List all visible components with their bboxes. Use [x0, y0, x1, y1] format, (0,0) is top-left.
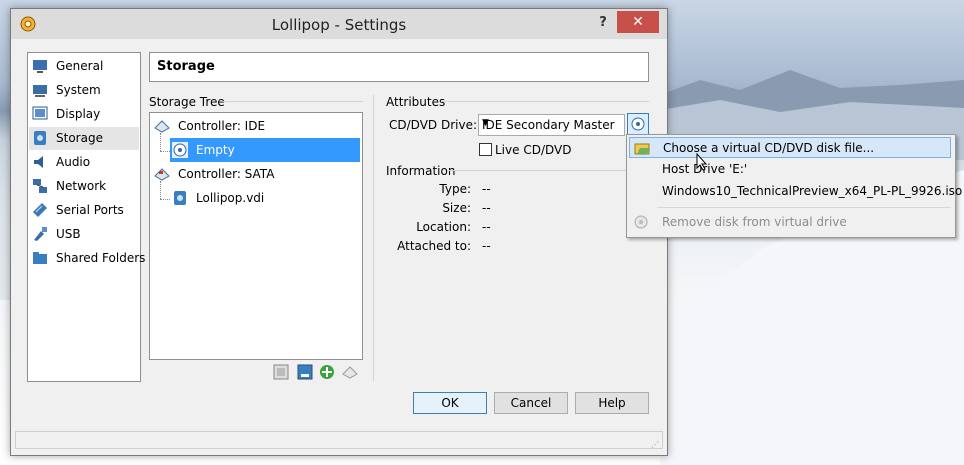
sidebar-item-label: General	[56, 59, 104, 73]
sidebar-item-usb[interactable]: USB	[29, 223, 139, 246]
ok-button[interactable]: OK	[413, 392, 487, 414]
sidebar-item-system[interactable]: System	[29, 79, 139, 102]
sidebar-item-label: Shared Folders	[56, 251, 146, 265]
tree-line	[160, 199, 170, 200]
general-icon	[33, 60, 47, 73]
divider	[373, 95, 374, 381]
open-folder-icon	[634, 143, 650, 155]
status-bar	[15, 431, 663, 449]
remove-controller-icon[interactable]	[297, 364, 313, 380]
disk-choice-menu: Choose a virtual CD/DVD disk file... Hos…	[626, 134, 962, 238]
sidebar-item-label: Network	[56, 179, 107, 193]
network-icon	[33, 179, 47, 193]
resize-grip-icon[interactable]: ⋰	[651, 440, 659, 449]
sata-controller-icon	[154, 168, 170, 181]
menu-item-host-drive[interactable]: Host Drive 'E:'	[629, 159, 951, 180]
info-type-label: Type:	[439, 182, 471, 196]
tree-item-lollipop-vdi[interactable]: Lollipop.vdi	[170, 186, 360, 210]
info-location-label: Location:	[416, 220, 471, 234]
sidebar-item-shared-folders[interactable]: Shared Folders	[29, 247, 145, 270]
information-label: Information	[386, 164, 456, 178]
sidebar-item-label: USB	[56, 227, 81, 241]
serial-ports-icon	[33, 203, 47, 217]
page-title-box: Storage	[149, 52, 649, 82]
tree-item-empty[interactable]: Empty	[170, 138, 360, 162]
sidebar-item-label: Audio	[56, 155, 91, 169]
audio-icon	[34, 156, 43, 168]
menu-separator	[657, 207, 951, 208]
help-button[interactable]: Help	[575, 392, 649, 414]
sidebar-item-label: Storage	[56, 131, 103, 145]
menu-item-iso-file[interactable]: Windows10_TechnicalPreview_x64_PL-PL_992…	[629, 181, 962, 202]
mouse-cursor-icon	[696, 153, 708, 171]
chevron-down-icon: ▼	[482, 118, 489, 128]
sidebar-item-network[interactable]: Network	[29, 175, 139, 198]
info-size-label: Size:	[442, 201, 471, 215]
menu-item-remove-disk: Remove disk from virtual drive	[629, 212, 951, 233]
live-cd-checkbox[interactable]	[479, 143, 492, 156]
eject-disk-icon	[634, 215, 648, 229]
tree-item-controller-sata[interactable]: Controller: SATA	[152, 162, 358, 186]
cd-dvd-drive-label: CD/DVD Drive:	[389, 118, 477, 132]
cancel-button[interactable]: Cancel	[494, 392, 568, 414]
tree-item-label: Empty	[196, 143, 235, 157]
tree-item-label: Controller: IDE	[178, 119, 266, 133]
divider	[449, 170, 639, 171]
add-controller-icon[interactable]	[273, 364, 289, 380]
tree-line	[160, 151, 170, 152]
storage-icon	[34, 131, 46, 145]
sidebar-item-general[interactable]: General	[29, 55, 139, 78]
cd-dvd-drive-select[interactable]: IDE Secondary Master ▼	[478, 114, 625, 136]
remove-attachment-icon[interactable]	[342, 364, 358, 380]
menu-item-label: Windows10_TechnicalPreview_x64_PL-PL_992…	[662, 184, 963, 198]
attributes-label: Attributes	[386, 95, 446, 109]
info-size-value: --	[482, 201, 491, 215]
info-type-value: --	[482, 182, 491, 196]
close-button[interactable]: ✕	[617, 11, 659, 33]
sidebar-item-storage[interactable]: Storage	[29, 127, 139, 150]
system-icon	[33, 85, 47, 97]
shared-folders-icon	[33, 252, 47, 264]
usb-icon	[34, 227, 47, 241]
choose-disk-button[interactable]	[627, 113, 649, 135]
menu-item-label: Choose a virtual CD/DVD disk file...	[663, 141, 875, 155]
help-title-button[interactable]: ?	[593, 13, 613, 33]
info-attached-value: --	[482, 239, 491, 253]
hard-disk-icon	[174, 191, 186, 205]
ide-controller-icon	[154, 120, 170, 133]
sidebar-item-label: Serial Ports	[56, 203, 124, 217]
sidebar-item-label: Display	[56, 107, 101, 121]
add-attachment-icon[interactable]	[319, 364, 335, 380]
sidebar-item-serial-ports[interactable]: Serial Ports	[29, 199, 139, 222]
menu-item-choose-virtual-disk[interactable]: Choose a virtual CD/DVD disk file...	[629, 137, 951, 158]
info-attached-label: Attached to:	[397, 239, 471, 253]
tree-item-controller-ide[interactable]: Controller: IDE	[152, 114, 358, 138]
divider	[223, 101, 363, 102]
menu-item-label: Remove disk from virtual drive	[662, 215, 847, 229]
cd-dvd-icon	[631, 117, 645, 131]
sidebar-item-display[interactable]: Display	[29, 103, 139, 126]
storage-tree-label: Storage Tree	[149, 95, 225, 109]
title-bar: Lollipop - Settings ? ✕	[11, 9, 667, 39]
tree-item-label: Controller: SATA	[178, 167, 275, 181]
info-location-value: --	[482, 220, 491, 234]
settings-category-list: General System Display Storage Audio Net…	[27, 52, 145, 382]
live-cd-label: Live CD/DVD	[495, 143, 572, 157]
divider	[441, 101, 649, 102]
storage-tree: Controller: IDE Empty Controller: SATA L…	[149, 112, 363, 360]
sidebar-item-label: System	[56, 83, 101, 97]
page-title: Storage	[157, 59, 215, 74]
window-title: Lollipop - Settings	[271, 16, 407, 34]
cd-dvd-icon	[172, 142, 188, 158]
display-icon	[32, 106, 48, 120]
tree-item-label: Lollipop.vdi	[196, 191, 265, 205]
settings-window: Lollipop - Settings ? ✕ General System D…	[10, 8, 668, 456]
sidebar-item-audio[interactable]: Audio	[29, 151, 139, 174]
